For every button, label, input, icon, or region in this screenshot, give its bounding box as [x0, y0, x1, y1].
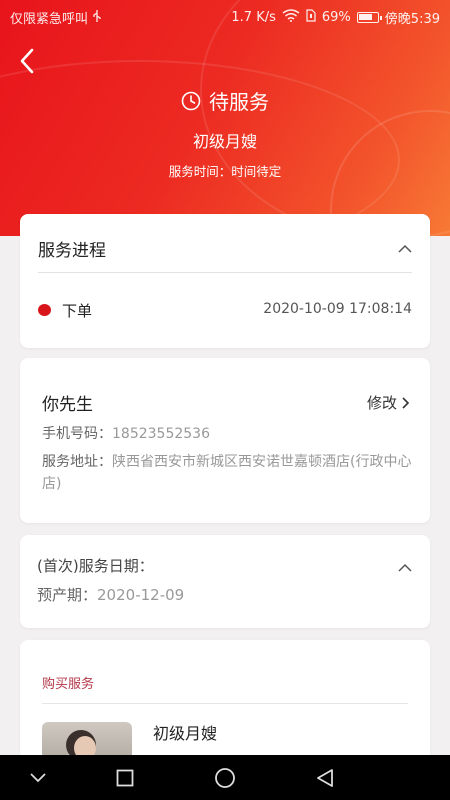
wifi-icon — [282, 9, 300, 26]
service-time: 服务时间：时间待定 — [168, 164, 282, 179]
due-date-label: 预产期： — [37, 586, 98, 604]
schedule-card: (首次)服务日期： 预产期：2020-12-09 — [20, 535, 430, 628]
sim-icon — [306, 9, 316, 26]
phone-label: 手机号码： — [42, 426, 112, 442]
nav-hide-button[interactable] — [8, 755, 68, 800]
step-time: 2020-10-09 17:08:14 — [263, 301, 412, 317]
header-banner — [0, 0, 450, 236]
divider — [38, 272, 412, 273]
status-text: 待服务 — [209, 90, 269, 114]
clock-icon — [181, 91, 201, 110]
chevron-left-icon — [20, 48, 34, 74]
nav-home-button[interactable] — [195, 755, 255, 800]
due-date-value: 2020-12-09 — [97, 586, 185, 604]
status-bar: 仅限紧急呼叫 1.7 K/s 69% 傍晚5:39 — [0, 0, 450, 32]
chevron-down-icon — [30, 772, 46, 782]
progress-card: 服务进程 下单 2020-10-09 17:08:14 — [20, 214, 430, 348]
step-label: 下单 — [62, 302, 93, 320]
collapse-schedule-button[interactable] — [398, 560, 412, 574]
usb-icon — [92, 10, 102, 27]
network-speed: 1.7 K/s — [231, 10, 276, 25]
triangle-back-icon — [317, 768, 333, 787]
phone-value: 18523552536 — [112, 426, 210, 442]
order-status: 待服务 — [0, 86, 450, 115]
divider — [42, 703, 408, 704]
carrier-text: 仅限紧急呼叫 — [10, 12, 89, 27]
battery-percent: 69% — [321, 10, 351, 25]
edit-contact-button[interactable]: 修改 — [367, 392, 410, 413]
address-row: 服务地址：陕西省西安市新城区西安诺世嘉顿酒店(行政中心店) — [42, 451, 412, 495]
address-label: 服务地址： — [42, 454, 112, 470]
purchase-title: 购买服务 — [42, 677, 95, 692]
progress-title: 服务进程 — [38, 241, 106, 261]
step-dot — [38, 304, 51, 316]
nav-recents-button[interactable] — [95, 755, 155, 800]
due-date-row: 预产期：2020-12-09 — [37, 584, 184, 605]
product-name[interactable]: 初级月嫂 — [153, 720, 217, 744]
chevron-up-icon — [398, 563, 412, 572]
first-service-date-label: (首次)服务日期： — [37, 557, 154, 575]
circle-icon — [215, 767, 235, 788]
edit-label: 修改 — [366, 394, 397, 412]
customer-name: 你先生 — [42, 395, 93, 415]
contact-card: 你先生 修改 手机号码：18523552536 服务地址：陕西省西安市新城区西安… — [20, 358, 430, 523]
service-name: 初级月嫂 — [192, 132, 257, 151]
collapse-progress-button[interactable] — [398, 241, 412, 255]
clock-time: 傍晚5:39 — [384, 12, 440, 27]
chevron-up-icon — [398, 244, 412, 253]
battery-icon — [356, 12, 382, 23]
square-icon — [116, 769, 134, 786]
chevron-right-icon — [402, 396, 410, 409]
phone-row: 手机号码：18523552536 — [42, 423, 210, 445]
nav-back-button[interactable] — [295, 755, 355, 800]
system-nav-bar — [0, 755, 450, 800]
back-button[interactable] — [14, 44, 42, 78]
